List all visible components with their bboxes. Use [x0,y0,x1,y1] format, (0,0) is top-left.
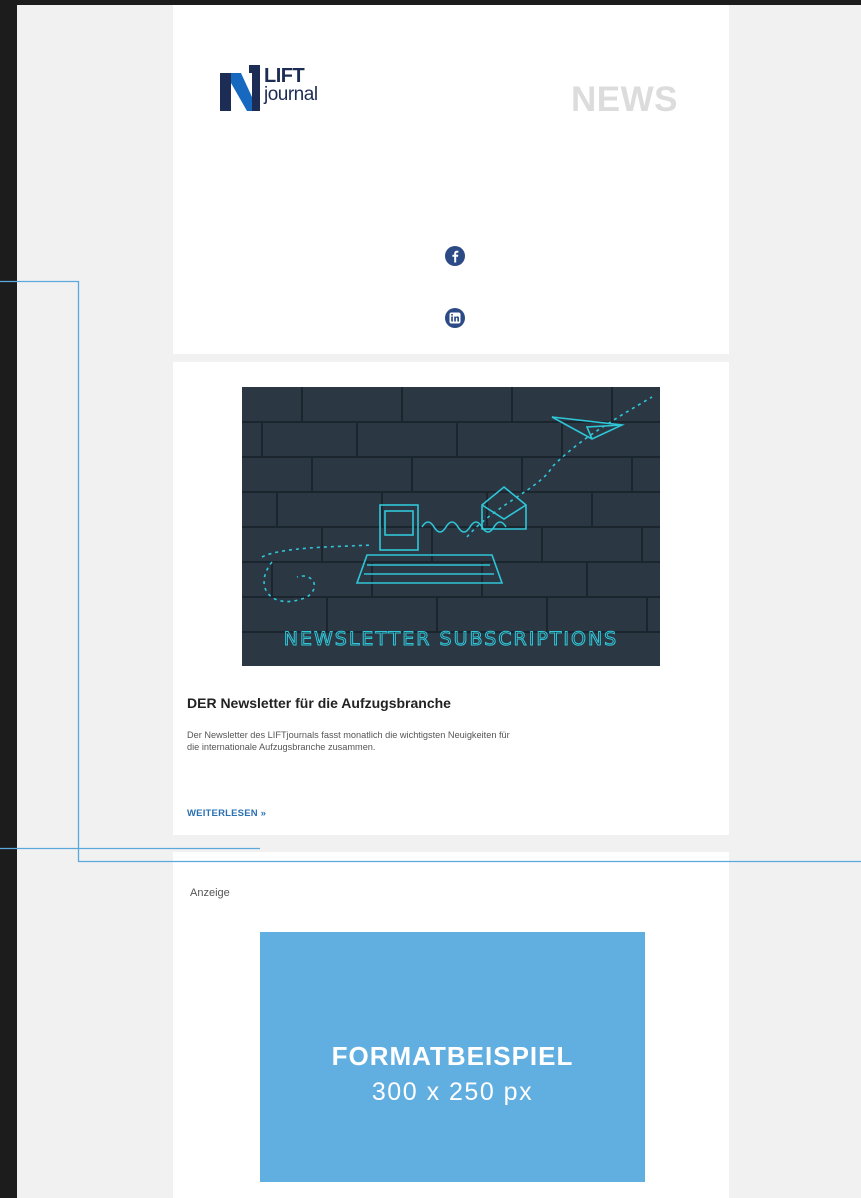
ad-format-size: 300 x 250 px [371,1078,534,1106]
advertisement-block: Anzeige FORMATBEISPIEL 300 x 250 px [173,852,729,1198]
article-summary-line: Der Newsletter des LIFTjournals fasst mo… [187,730,510,740]
dark-frame-left [0,0,17,1198]
newsletter-header: LIFT journal NEWS [173,5,729,354]
hero-caption: NEWSLETTER SUBSCRIPTIONS [284,628,618,650]
read-more-link[interactable]: WEITERLESEN » [187,808,266,819]
linkedin-icon[interactable] [444,307,466,329]
logo-mark-icon [220,65,260,111]
ad-banner[interactable]: FORMATBEISPIEL 300 x 250 px [260,932,645,1182]
logo-lift-text: LIFT [264,65,305,87]
article-summary: Der Newsletter des LIFTjournals fasst mo… [187,730,687,753]
article-summary-line: die internationale Aufzugsbranche zusamm… [187,741,376,752]
logo-journal-text: journal [264,84,318,105]
ad-label: Anzeige [190,887,230,899]
section-label-news: NEWS [571,80,678,119]
article-teaser: NEWSLETTER SUBSCRIPTIONS DER Newsletter … [173,362,729,835]
newsletter-hero-image[interactable]: NEWSLETTER SUBSCRIPTIONS [242,387,660,666]
ad-format-title: FORMATBEISPIEL [331,1041,574,1071]
article-title[interactable]: DER Newsletter für die Aufzugsbranche [187,695,451,711]
facebook-icon[interactable] [444,245,466,267]
liftjournal-logo[interactable]: LIFT journal [220,65,318,111]
